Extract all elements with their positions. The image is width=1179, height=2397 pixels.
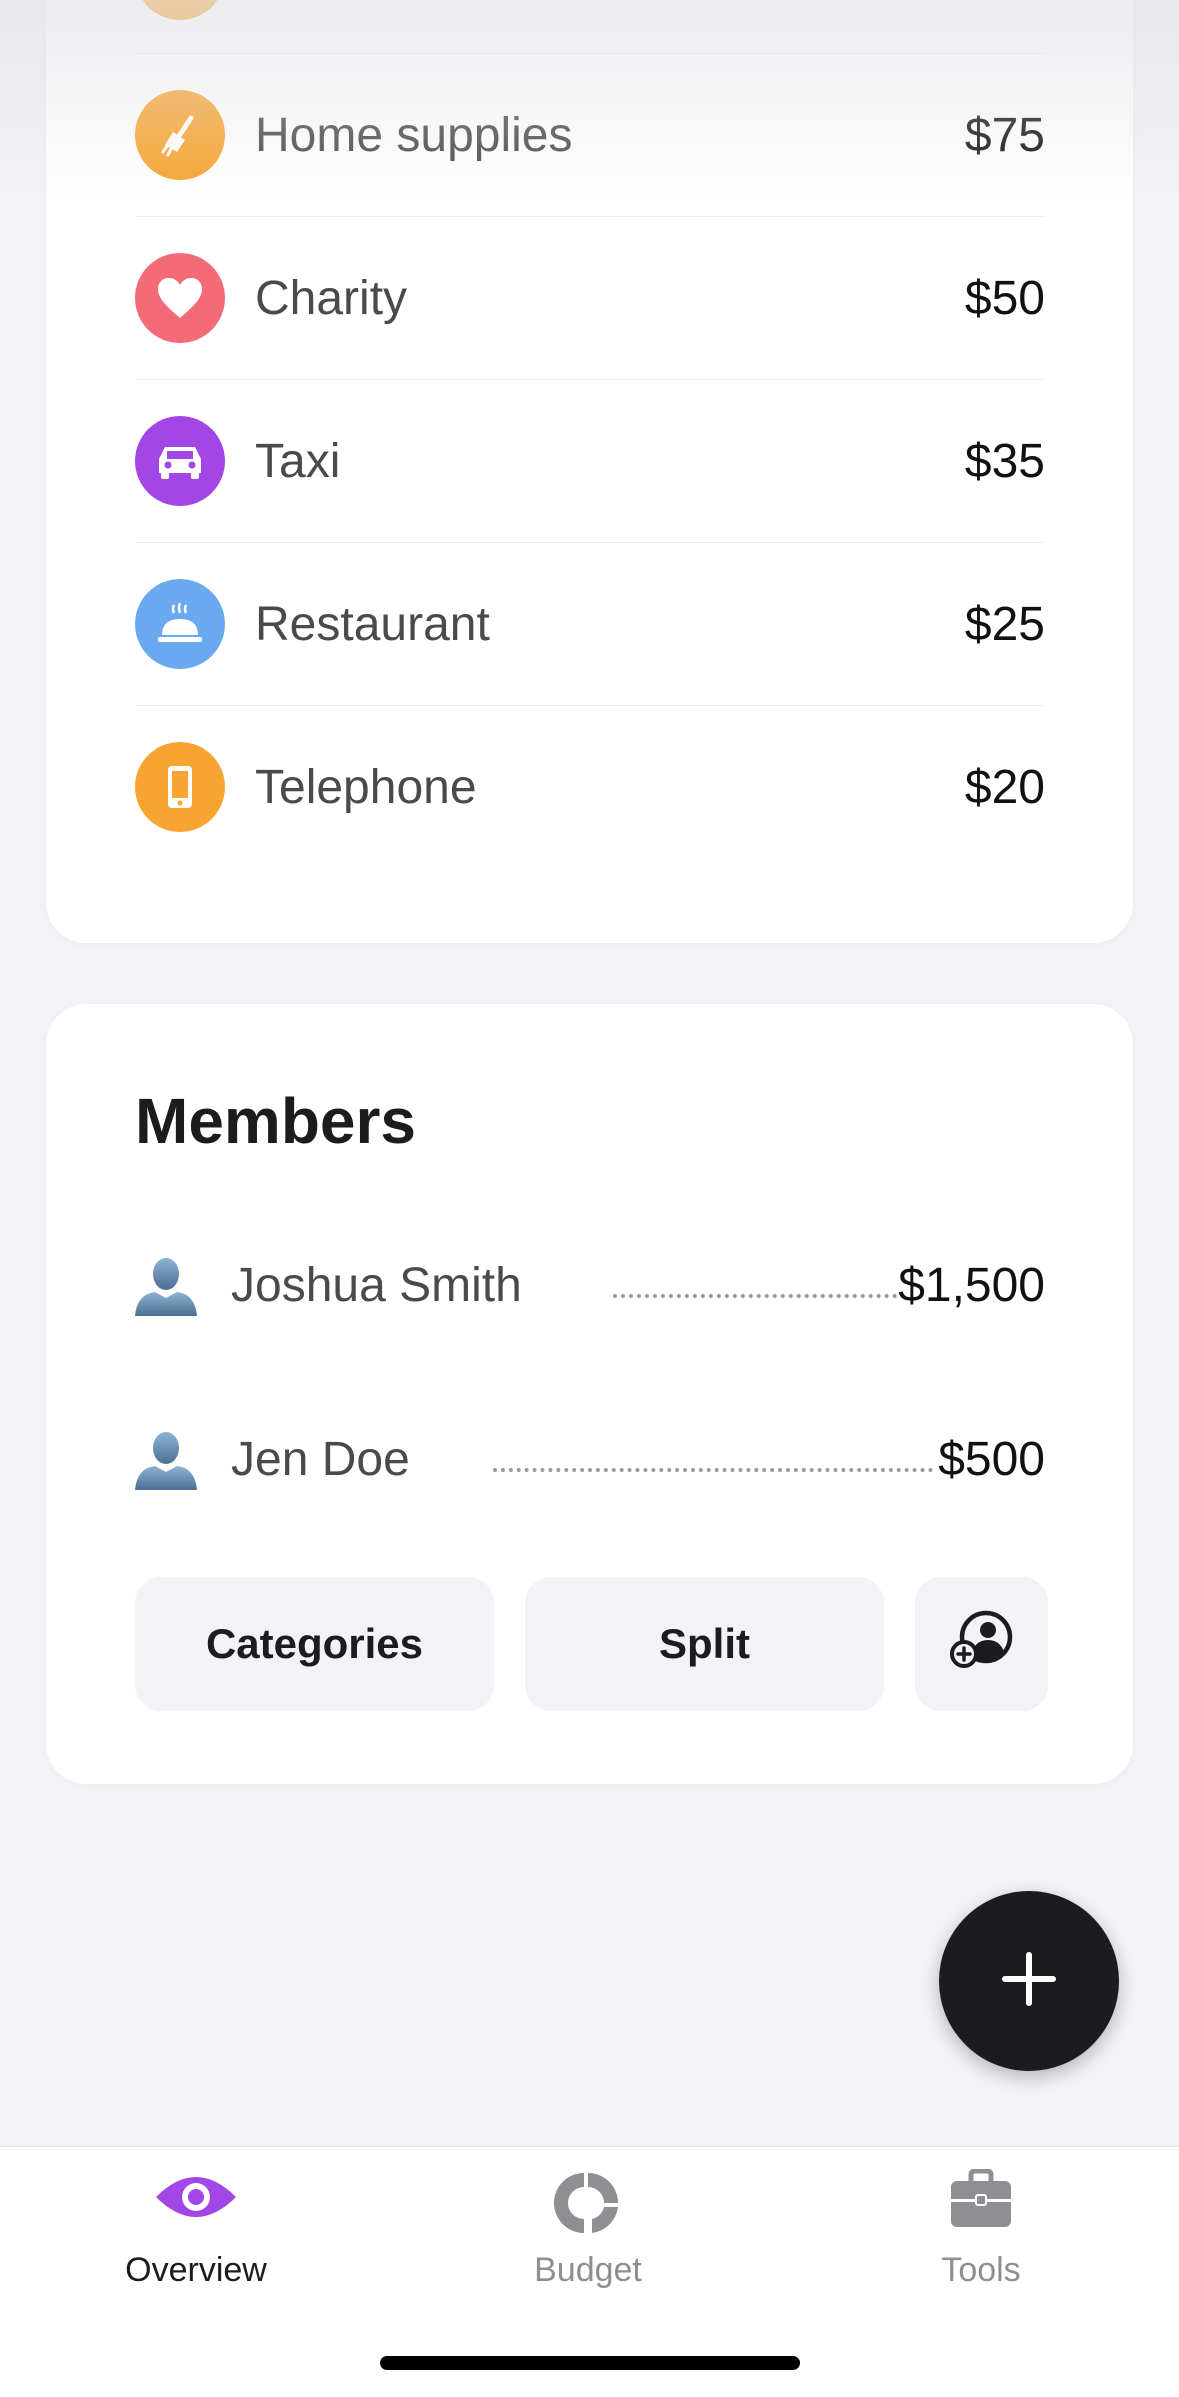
- tab-budget[interactable]: Budget: [438, 2147, 738, 2297]
- categories-button-label: Categories: [205, 1620, 424, 1667]
- member-amount: $1,500: [898, 1259, 1045, 1312]
- eye-icon: [154, 2169, 238, 2230]
- phone-icon: [135, 742, 225, 832]
- category-label: Telephone: [255, 761, 477, 814]
- category-row-telephone[interactable]: Telephone $20: [135, 705, 1045, 869]
- broom-icon: [135, 90, 225, 180]
- tab-label: Overview: [125, 2251, 267, 2289]
- donut-chart-icon: [554, 2169, 622, 2242]
- category-amount: $75: [964, 109, 1045, 162]
- tab-tools[interactable]: Tools: [831, 2147, 1131, 2297]
- category-row-charity[interactable]: Charity $50: [135, 216, 1045, 380]
- category-amount: $25: [964, 598, 1045, 651]
- briefcase-icon: [949, 2168, 1013, 2236]
- dotted-leader: [493, 1468, 933, 1472]
- plus-icon: [999, 1949, 1059, 2014]
- member-amount: $500: [938, 1433, 1045, 1486]
- category-row-restaurant[interactable]: Restaurant $25: [135, 542, 1045, 706]
- partial-category-icon: [135, 0, 225, 20]
- category-label: Restaurant: [255, 598, 490, 651]
- category-amount: $35: [964, 435, 1045, 488]
- category-label: Charity: [255, 272, 408, 325]
- add-expense-button[interactable]: [939, 1891, 1119, 2071]
- members-title: Members: [135, 1085, 416, 1157]
- cloche-icon: [135, 579, 225, 669]
- tab-overview[interactable]: Overview: [46, 2147, 346, 2297]
- categories-card: Home supplies $75 Charity $50 Taxi $35 R…: [46, 0, 1133, 943]
- tab-label: Tools: [941, 2251, 1021, 2289]
- add-person-icon: [949, 1610, 1014, 1678]
- avatar-icon: [135, 1428, 197, 1490]
- tab-label: Budget: [534, 2251, 642, 2289]
- heart-icon: [135, 253, 225, 343]
- avatar-icon: [135, 1254, 197, 1316]
- member-row-joshua-smith[interactable]: Joshua Smith $1,500: [135, 1246, 1045, 1326]
- category-amount: $20: [964, 761, 1045, 814]
- home-indicator: [380, 2356, 800, 2370]
- category-row-taxi[interactable]: Taxi $35: [135, 379, 1045, 543]
- category-label: Home supplies: [255, 109, 573, 162]
- category-row-home-supplies[interactable]: Home supplies $75: [135, 53, 1045, 217]
- category-amount: $50: [964, 272, 1045, 325]
- categories-button[interactable]: Categories: [135, 1577, 494, 1711]
- category-label: Taxi: [255, 435, 341, 488]
- member-row-jen-doe[interactable]: Jen Doe $500: [135, 1420, 1045, 1500]
- member-name: Joshua Smith: [231, 1259, 522, 1312]
- split-button-label: Split: [659, 1620, 750, 1667]
- car-icon: [135, 416, 225, 506]
- add-member-button[interactable]: [915, 1577, 1048, 1711]
- member-name: Jen Doe: [231, 1433, 410, 1486]
- members-card: Members Joshua Smith $1,500 Jen Doe $500…: [46, 1004, 1133, 1784]
- split-button[interactable]: Split: [525, 1577, 884, 1711]
- dotted-leader: [613, 1294, 905, 1298]
